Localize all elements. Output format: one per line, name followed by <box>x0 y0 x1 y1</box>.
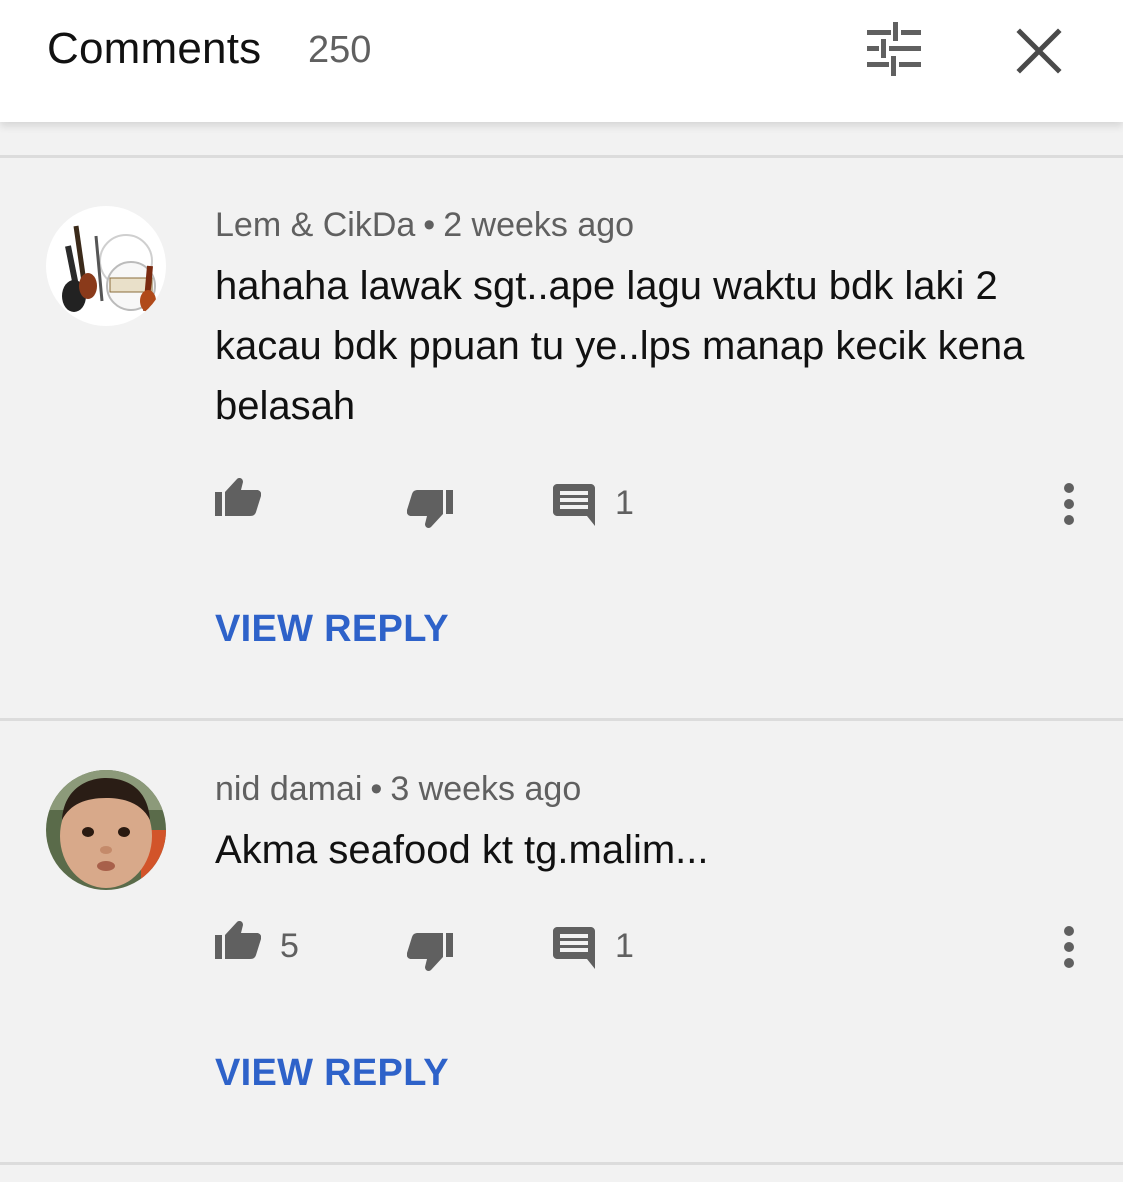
meta-separator: • <box>423 206 436 244</box>
comment-meta: Lem & CikDa • 2 weeks ago <box>215 206 634 245</box>
comment-time[interactable]: 2 weeks ago <box>443 206 634 244</box>
comment-time[interactable]: 3 weeks ago <box>390 770 581 808</box>
more-options-button[interactable] <box>1058 482 1080 526</box>
sliders-icon <box>867 22 921 76</box>
meta-separator: • <box>370 770 383 808</box>
comment-text: hahaha lawak sgt..ape lagu waktu bdk lak… <box>215 264 1025 428</box>
more-vertical-icon <box>1064 483 1074 525</box>
comment-item: Lem & CikDa • 2 weeks ago hahaha lawak sgt… <box>0 158 1123 718</box>
comment-text: Akma seafood kt tg.malim... <box>215 828 709 872</box>
comment-item: nid damai • 3 weeks ago Akma seafood kt tg… <box>0 721 1123 1161</box>
more-options-button[interactable] <box>1058 925 1080 969</box>
like-button[interactable] <box>215 919 262 959</box>
more-vertical-icon <box>1064 926 1074 968</box>
close-button[interactable] <box>1014 26 1064 76</box>
avatar[interactable] <box>46 770 166 890</box>
thumbs-down-icon <box>406 490 453 528</box>
thumbs-down-icon <box>406 933 453 971</box>
comment-meta: nid damai • 3 weeks ago <box>215 770 581 809</box>
author-name[interactable]: nid damai <box>215 770 362 808</box>
like-button[interactable] <box>215 476 262 516</box>
comments-header: Comments 250 <box>0 0 1123 122</box>
view-reply-button[interactable]: VIEW REPLY <box>215 1052 449 1095</box>
like-count: 5 <box>280 927 299 965</box>
avatar[interactable] <box>46 206 166 326</box>
thumbs-up-icon <box>215 478 262 516</box>
close-icon <box>1016 28 1062 74</box>
dislike-button[interactable] <box>406 490 453 530</box>
comment-icon <box>553 484 595 526</box>
comment-count: 250 <box>308 29 372 71</box>
dislike-button[interactable] <box>406 933 453 973</box>
view-reply-button[interactable]: VIEW REPLY <box>215 608 449 651</box>
divider <box>0 1162 1123 1165</box>
reply-button[interactable] <box>553 484 595 526</box>
sort-filter-button[interactable] <box>864 22 924 78</box>
reply-count: 1 <box>615 927 634 965</box>
reply-count: 1 <box>615 484 634 522</box>
comment-icon <box>553 927 595 969</box>
author-name[interactable]: Lem & CikDa <box>215 206 415 244</box>
thumbs-up-icon <box>215 921 262 959</box>
reply-button[interactable] <box>553 927 595 969</box>
header-title: Comments <box>47 24 262 73</box>
